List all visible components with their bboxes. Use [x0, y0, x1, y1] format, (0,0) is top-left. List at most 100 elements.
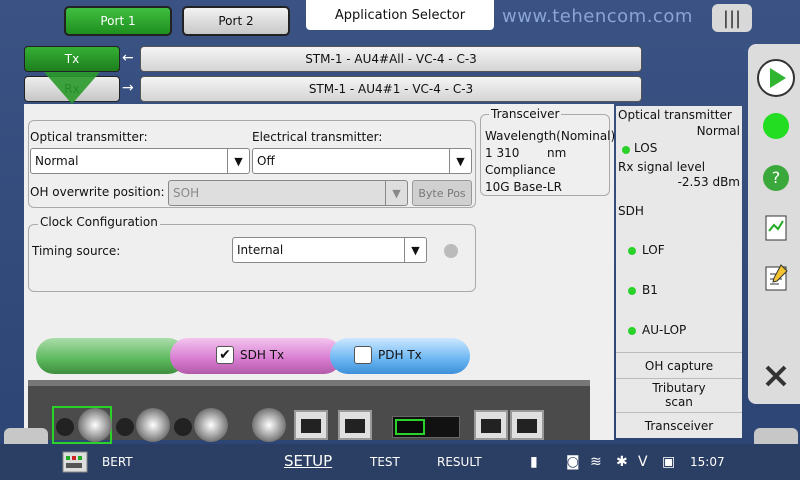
chevron-down-icon: ▼ [385, 181, 407, 205]
arrow-right-icon: → [122, 80, 134, 96]
oh-capture-button[interactable]: OH capture [616, 352, 742, 378]
rx-level-value: -2.53 dBm [677, 175, 740, 189]
watermark-text: www.tehencom.com [502, 6, 693, 27]
port2-tab[interactable]: Port 2 [182, 6, 290, 36]
application-selector-button[interactable]: Application Selector [306, 0, 494, 30]
help-button[interactable]: ? [754, 156, 798, 200]
lof-led [628, 247, 636, 255]
tributary-scan-line2: scan [665, 395, 693, 409]
result-tab[interactable]: RESULT [437, 455, 482, 469]
rx-level-label: Rx signal level [618, 160, 706, 174]
camera-icon: ◙ [566, 454, 580, 470]
oh-overwrite-label: OH overwrite position: [30, 185, 165, 199]
clipboard-icon [765, 264, 788, 291]
timing-source-label: Timing source: [32, 244, 121, 258]
wavelength-value: 1 310 [485, 146, 520, 160]
sdh-label: SDH [618, 204, 644, 218]
top-drawer-handle[interactable]: ||| [712, 4, 752, 32]
lof-label: LOF [642, 243, 665, 257]
rx-signal-path-button[interactable]: STM-1 - AU4#1 - VC-4 - C-3 [140, 76, 642, 102]
transceiver-info-box: Transceiver Wavelength(Nominal) 1 310 nm… [480, 107, 615, 196]
sdh-tx-checkbox[interactable]: ✔ [216, 346, 234, 364]
sfp-selected-indicator [395, 419, 425, 435]
bert-app-icon [62, 451, 88, 473]
port-led [116, 418, 134, 436]
port-led [56, 418, 74, 436]
b1-led [628, 287, 636, 295]
report-button[interactable] [754, 206, 798, 250]
los-led [622, 146, 630, 154]
bnc-connector[interactable] [78, 408, 112, 442]
tx-signal-path-button[interactable]: STM-1 - AU4#All - VC-4 - C-3 [140, 46, 642, 72]
notes-button[interactable] [754, 256, 798, 300]
status-led-button[interactable] [754, 104, 798, 148]
check-icon: ✔ [219, 347, 231, 363]
electrical-transmitter-select[interactable]: Off ▼ [252, 148, 472, 174]
optical-transmitter-label: Optical transmitter: [30, 130, 148, 144]
right-toolbar: ? [748, 44, 800, 404]
transceiver-title: Transceiver [489, 107, 562, 121]
app-window: Port 1 Port 2 Application Selector www.t… [0, 0, 800, 480]
timing-source-value: Internal [237, 243, 284, 257]
rj45-port[interactable] [510, 410, 544, 440]
pdh-tx-checkbox[interactable] [354, 346, 372, 364]
compliance-value: 10G Base-LR [485, 180, 562, 194]
rj45-port[interactable] [338, 410, 372, 440]
au-lop-label: AU-LOP [642, 323, 687, 337]
oh-overwrite-select[interactable]: SOH ▼ [168, 180, 408, 206]
clock-time: 15:07 [690, 455, 725, 469]
bnc-connector[interactable] [136, 408, 170, 442]
sfp-port[interactable] [392, 416, 460, 438]
tributary-scan-line1: Tributary [652, 381, 706, 395]
play-button[interactable] [754, 56, 798, 100]
bnc-connector[interactable] [194, 408, 228, 442]
oh-overwrite-value: SOH [173, 186, 200, 200]
wavelength-unit: nm [547, 146, 567, 160]
status-panel: Optical transmitter Normal LOS Rx signal… [616, 106, 742, 438]
close-button[interactable] [754, 354, 798, 398]
timing-status-indicator [444, 244, 458, 258]
bnc-connector[interactable] [252, 408, 286, 442]
bluetooth-icon: ✱ [616, 454, 628, 470]
timing-source-select[interactable]: Internal ▼ [232, 237, 427, 263]
arrow-left-icon: ← [122, 50, 134, 66]
tx-button[interactable]: Tx [24, 46, 120, 72]
setup-tab[interactable]: SETUP [284, 452, 332, 470]
close-icon [765, 365, 787, 387]
optical-transmitter-select[interactable]: Normal ▼ [30, 148, 250, 174]
wavelength-label: Wavelength(Nominal) [485, 129, 616, 143]
compliance-label: Compliance [485, 163, 556, 177]
v-icon: V [638, 454, 648, 470]
transceiver-button[interactable]: Transceiver [616, 412, 742, 438]
chevron-down-icon: ▼ [449, 149, 471, 173]
chevron-down-icon: ▼ [404, 238, 426, 262]
electrical-transmitter-value: Off [257, 154, 275, 168]
electrical-transmitter-label: Electrical transmitter: [252, 130, 383, 144]
remote-icon: ▣ [662, 454, 676, 470]
optical-transmitter-value: Normal [35, 154, 79, 168]
wifi-icon: ≋ [590, 454, 602, 470]
au-lop-led [628, 327, 636, 335]
test-tab[interactable]: TEST [370, 455, 400, 469]
grip-icon: ||| [722, 7, 742, 29]
port-led [174, 418, 192, 436]
sdh-tx-label: SDH Tx [240, 348, 285, 362]
optical-transmitter-status-label: Optical transmitter [618, 108, 732, 122]
svg-text:?: ? [772, 168, 781, 187]
b1-label: B1 [642, 283, 658, 297]
green-status-icon [763, 113, 789, 139]
tributary-scan-button[interactable]: Tributary scan [616, 378, 742, 412]
play-icon [757, 59, 795, 97]
port1-tab[interactable]: Port 1 [64, 6, 172, 36]
report-icon [765, 215, 787, 241]
rj45-port[interactable] [474, 410, 508, 440]
app-name-label: BERT [102, 455, 133, 469]
byte-pos-button[interactable]: Byte Pos [412, 180, 472, 206]
clock-configuration-title: Clock Configuration [38, 215, 160, 229]
pdh-tx-label: PDH Tx [378, 348, 422, 362]
chevron-down-icon: ▼ [227, 149, 249, 173]
battery-icon: ▮ [530, 454, 538, 470]
help-icon: ? [763, 165, 789, 191]
rj45-port[interactable] [294, 410, 328, 440]
tx-selection-indicator [44, 72, 100, 104]
